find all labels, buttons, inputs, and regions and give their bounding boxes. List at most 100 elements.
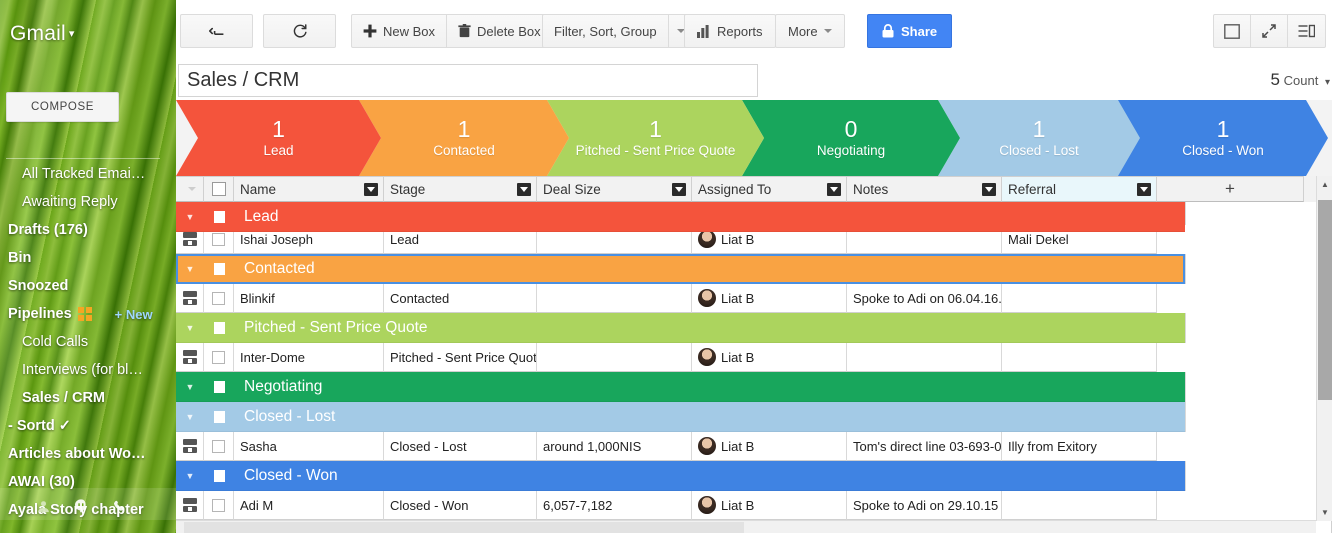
chart-view-button[interactable] xyxy=(1213,14,1251,48)
row-open-box-icon[interactable] xyxy=(176,432,204,461)
group-header-closed-lost[interactable]: ▼ Closed - Lost xyxy=(176,402,1185,432)
select-all-checkbox[interactable] xyxy=(204,176,234,202)
new-box-button[interactable]: New Box xyxy=(351,14,448,48)
column-header-name[interactable]: Name xyxy=(234,176,384,202)
cell-stage[interactable]: Closed - Lost xyxy=(384,432,537,461)
cell-notes[interactable]: Spoke to Adi on 29.10.15 xyxy=(847,491,1002,520)
sidebar-item-sortd[interactable]: - Sortd ✓ xyxy=(0,412,176,440)
group-checkbox[interactable] xyxy=(204,410,234,423)
cell-assigned-to[interactable]: Liat B xyxy=(692,343,847,372)
filter-dropdown-icon[interactable] xyxy=(827,183,841,196)
filter-sort-group-button[interactable]: Filter, Sort, Group xyxy=(542,14,669,48)
sidebar-item-sales-crm[interactable]: Sales / CRM xyxy=(0,384,176,412)
group-header-contacted[interactable]: ▼ Contacted xyxy=(176,254,1185,284)
sidebar-item-cold-calls[interactable]: Cold Calls xyxy=(0,328,176,356)
sidebar-item-pipelines[interactable]: Pipelines + New xyxy=(0,300,176,328)
cell-deal-size[interactable]: around 1,000NIS xyxy=(537,432,692,461)
cell-stage[interactable]: Contacted xyxy=(384,284,537,313)
row-open-box-icon[interactable] xyxy=(176,343,204,372)
cell-notes[interactable]: Tom's direct line 03-693-0! xyxy=(847,432,1002,461)
new-pipeline-link[interactable]: + New xyxy=(115,307,153,322)
expand-button[interactable] xyxy=(1251,14,1288,48)
hangouts-icon[interactable] xyxy=(73,498,89,514)
chevron-down-icon[interactable]: ▼ xyxy=(176,412,204,422)
scroll-up-icon[interactable]: ▲ xyxy=(1317,176,1332,193)
filter-dropdown-icon[interactable] xyxy=(1137,183,1151,196)
sidebar-item-drafts-176[interactable]: Drafts (176) xyxy=(0,216,176,244)
cell-name[interactable]: Adi M xyxy=(234,491,384,520)
cell-stage[interactable]: Pitched - Sent Price Quot xyxy=(384,343,537,372)
group-checkbox[interactable] xyxy=(204,210,234,223)
chevron-down-icon[interactable]: ▼ xyxy=(176,471,204,481)
row-checkbox[interactable] xyxy=(204,343,234,372)
sidebar-item-bin[interactable]: Bin xyxy=(0,244,176,272)
compose-button[interactable]: COMPOSE xyxy=(6,92,119,122)
row-open-box-icon[interactable] xyxy=(176,491,204,520)
row-checkbox[interactable] xyxy=(204,432,234,461)
column-header-assigned-to[interactable]: Assigned To xyxy=(692,176,847,202)
funnel-stage-closed-won[interactable]: 1 Closed - Won xyxy=(1118,100,1328,176)
column-header-referral[interactable]: Referral xyxy=(1002,176,1157,202)
chevron-down-icon[interactable]: ▼ xyxy=(176,323,204,333)
chevron-down-icon[interactable]: ▼ xyxy=(176,382,204,392)
funnel-stage-lead[interactable]: 1 Lead xyxy=(176,100,381,176)
group-header-lead[interactable]: ▼ Lead xyxy=(176,202,1185,232)
column-header-deal-size[interactable]: Deal Size xyxy=(537,176,692,202)
table-row[interactable]: Adi M Closed - Won 6,057-7,182 Liat B Spoke … xyxy=(176,491,1332,520)
column-header-stage[interactable]: Stage xyxy=(384,176,537,202)
sidebar-item-interviews-for-bl[interactable]: Interviews (for bl… xyxy=(0,356,176,384)
funnel-stage-negotiating[interactable]: 0 Negotiating xyxy=(742,100,960,176)
horizontal-scroll-thumb[interactable] xyxy=(184,522,744,533)
filter-dropdown-icon[interactable] xyxy=(517,183,531,196)
group-checkbox[interactable] xyxy=(204,380,234,393)
cell-referral[interactable]: Illy from Exitory xyxy=(1002,432,1157,461)
count-selector[interactable]: 5 Count ▾ xyxy=(1271,70,1330,90)
filter-dropdown-icon[interactable] xyxy=(982,183,996,196)
cell-deal-size[interactable] xyxy=(537,343,692,372)
cell-assigned-to[interactable]: Liat B xyxy=(692,284,847,313)
cell-deal-size[interactable] xyxy=(537,284,692,313)
sidebar-item-snoozed[interactable]: Snoozed xyxy=(0,272,176,300)
row-checkbox[interactable] xyxy=(204,284,234,313)
filter-dropdown-icon[interactable] xyxy=(672,183,686,196)
vertical-scroll-thumb[interactable] xyxy=(1318,200,1332,400)
cell-notes[interactable]: Spoke to Adi on 06.04.16. xyxy=(847,284,1002,313)
cell-referral[interactable] xyxy=(1002,343,1157,372)
cell-referral[interactable] xyxy=(1002,284,1157,313)
back-button[interactable] xyxy=(180,14,253,48)
refresh-button[interactable] xyxy=(263,14,336,48)
funnel-stage-closed-lost[interactable]: 1 Closed - Lost xyxy=(938,100,1140,176)
delete-box-button[interactable]: Delete Box xyxy=(447,14,553,48)
reports-button[interactable]: Reports xyxy=(684,14,776,48)
cell-referral[interactable] xyxy=(1002,491,1157,520)
column-header-notes[interactable]: Notes xyxy=(847,176,1002,202)
sidebar-item-all-tracked-emai[interactable]: All Tracked Emai… xyxy=(0,160,176,188)
scroll-down-icon[interactable]: ▼ xyxy=(1317,504,1332,521)
horizontal-scrollbar[interactable] xyxy=(176,520,1316,533)
table-row[interactable]: Inter-Dome Pitched - Sent Price Quot Liat … xyxy=(176,343,1332,372)
chevron-down-icon[interactable]: ▼ xyxy=(176,212,204,222)
table-row[interactable]: Sasha Closed - Lost around 1,000NIS Liat B T… xyxy=(176,432,1332,461)
row-checkbox[interactable] xyxy=(204,491,234,520)
cell-stage[interactable]: Closed - Won xyxy=(384,491,537,520)
cell-notes[interactable] xyxy=(847,343,1002,372)
cell-name[interactable]: Inter-Dome xyxy=(234,343,384,372)
gmail-logo[interactable]: Gmail ▾ xyxy=(10,22,176,46)
cell-name[interactable]: Blinkif xyxy=(234,284,384,313)
funnel-stage-pitched-sent-price-quote[interactable]: 1 Pitched - Sent Price Quote xyxy=(547,100,764,176)
cell-deal-size[interactable]: 6,057-7,182 xyxy=(537,491,692,520)
share-button[interactable]: Share xyxy=(867,14,953,48)
group-checkbox[interactable] xyxy=(204,262,234,275)
funnel-stage-contacted[interactable]: 1 Contacted xyxy=(359,100,569,176)
box-title-input[interactable]: Sales / CRM xyxy=(178,64,758,97)
group-header-pitched-sent-price-quote[interactable]: ▼ Pitched - Sent Price Quote xyxy=(176,313,1185,343)
vertical-scrollbar[interactable]: ▲ ▼ xyxy=(1316,176,1332,521)
table-row[interactable]: Blinkif Contacted Liat B Spoke to Adi on 06… xyxy=(176,284,1332,313)
grid-collapse-all-toggle[interactable] xyxy=(176,176,204,202)
cell-assigned-to[interactable]: Liat B xyxy=(692,491,847,520)
group-checkbox[interactable] xyxy=(204,321,234,334)
person-icon[interactable] xyxy=(36,499,51,514)
chevron-down-icon[interactable]: ▼ xyxy=(176,264,204,274)
sidebar-item-articles-about-wo[interactable]: Articles about Wo… xyxy=(0,440,176,468)
sidebar-item-awaiting-reply[interactable]: Awaiting Reply xyxy=(0,188,176,216)
